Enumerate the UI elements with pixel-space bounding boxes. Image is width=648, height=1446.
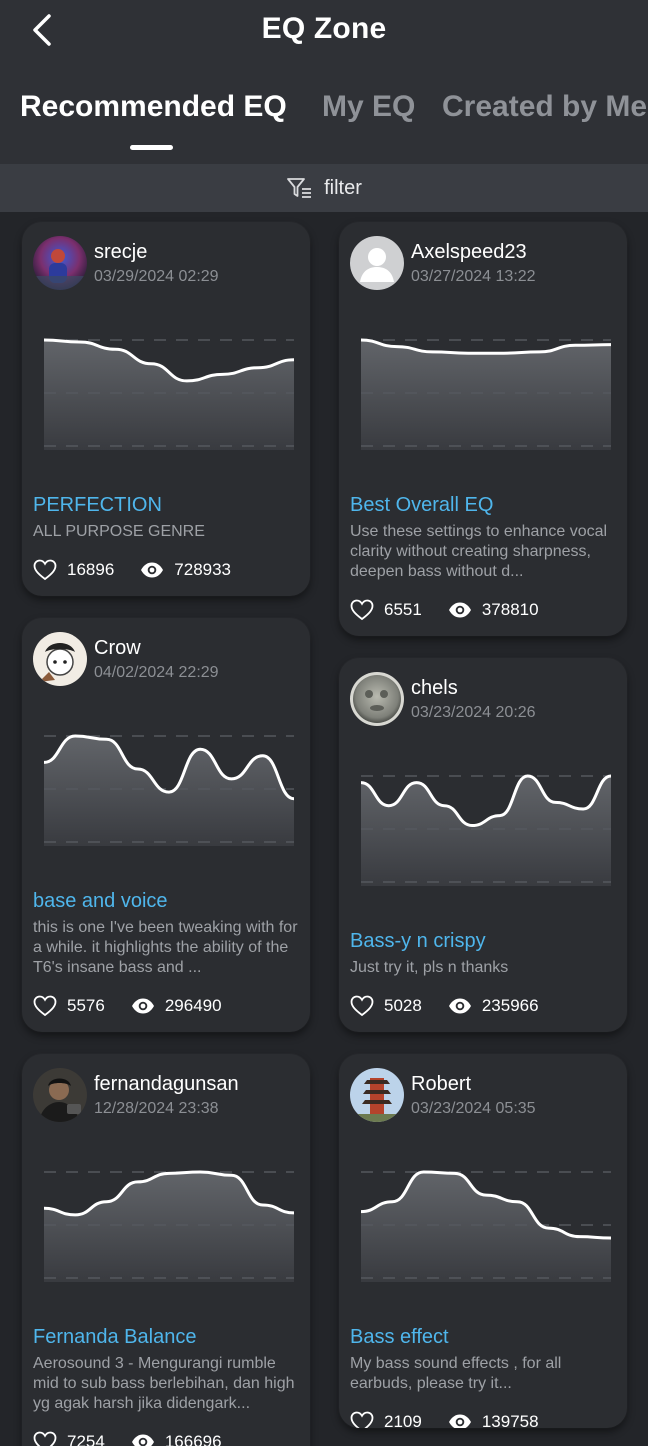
eq-description: ALL PURPOSE GENRE bbox=[33, 523, 205, 540]
post-date: 03/29/2024 02:29 bbox=[94, 268, 219, 285]
tab-recommended-eq[interactable]: Recommended EQ bbox=[20, 90, 287, 124]
like-button[interactable] bbox=[350, 995, 374, 1017]
like-button[interactable] bbox=[33, 995, 57, 1017]
eq-name: Best Overall EQ bbox=[350, 494, 494, 516]
eq-card[interactable]: Robert 03/23/2024 05:35 Bass effect My b… bbox=[339, 1054, 627, 1428]
eq-stats: 16896 728933 bbox=[33, 558, 231, 582]
eq-name: Fernanda Balance bbox=[33, 1326, 197, 1348]
eq-curve-fill bbox=[361, 340, 611, 450]
view-count: 296490 bbox=[164, 996, 222, 1015]
views-indicator bbox=[140, 561, 164, 579]
eq-curve-chart bbox=[361, 1170, 611, 1282]
top-bar: EQ Zone Recommended EQ My EQ Created by … bbox=[0, 0, 648, 164]
heart-icon bbox=[33, 995, 57, 1017]
like-button[interactable] bbox=[350, 1411, 374, 1428]
eq-curve-chart bbox=[44, 1170, 294, 1282]
heart-icon bbox=[350, 599, 374, 621]
like-count: 5576 bbox=[67, 996, 105, 1015]
like-count: 5028 bbox=[384, 996, 422, 1015]
user-name: chels bbox=[411, 677, 458, 699]
eq-description: Use these settings to enhance vocal clar… bbox=[350, 523, 608, 580]
like-button[interactable] bbox=[33, 559, 57, 581]
eq-name: base and voice bbox=[33, 890, 168, 912]
tab-bar: Recommended EQ My EQ Created by Me bbox=[0, 90, 648, 150]
eq-name: PERFECTION bbox=[33, 494, 162, 516]
filter-icon bbox=[287, 178, 312, 198]
eq-stats: 5028 235966 bbox=[350, 994, 539, 1018]
user-name: Crow bbox=[94, 637, 141, 659]
active-tab-indicator bbox=[130, 145, 173, 150]
eq-curve-fill bbox=[361, 1172, 611, 1282]
view-count: 728933 bbox=[174, 560, 232, 579]
like-count: 2109 bbox=[384, 1412, 422, 1428]
eye-icon bbox=[131, 1434, 154, 1446]
like-count: 7254 bbox=[67, 1432, 105, 1446]
eq-description: this is one I've been tweaking with for … bbox=[33, 919, 298, 976]
user-avatar bbox=[350, 1068, 404, 1122]
view-count: 166696 bbox=[164, 1432, 222, 1446]
user-avatar bbox=[350, 672, 404, 726]
user-avatar bbox=[350, 236, 404, 290]
user-name: Axelspeed23 bbox=[411, 241, 527, 263]
post-date: 03/23/2024 05:35 bbox=[411, 1100, 536, 1117]
eq-curve-fill bbox=[44, 1172, 294, 1282]
user-name: Robert bbox=[411, 1073, 472, 1095]
heart-icon bbox=[33, 1431, 57, 1446]
eye-icon bbox=[448, 998, 471, 1014]
eq-card[interactable]: srecje 03/29/2024 02:29 PERFECTION ALL P… bbox=[22, 222, 310, 596]
user-avatar bbox=[33, 632, 87, 686]
views-indicator bbox=[448, 997, 472, 1015]
eq-description: My bass sound effects , for all earbuds,… bbox=[350, 1355, 562, 1392]
post-date: 12/28/2024 23:38 bbox=[94, 1100, 219, 1117]
user-name: fernandagunsan bbox=[94, 1073, 239, 1095]
view-count: 139758 bbox=[481, 1412, 539, 1428]
eq-curve-chart bbox=[44, 338, 294, 450]
heart-icon bbox=[33, 559, 57, 581]
heart-icon bbox=[350, 1411, 374, 1428]
post-date: 03/23/2024 20:26 bbox=[411, 704, 536, 721]
view-count: 235966 bbox=[481, 996, 539, 1015]
views-indicator bbox=[131, 1433, 155, 1446]
views-indicator bbox=[131, 997, 155, 1015]
views-indicator bbox=[448, 601, 472, 619]
eq-card[interactable]: Axelspeed23 03/27/2024 13:22 Best Overal… bbox=[339, 222, 627, 636]
tab-created-by-me[interactable]: Created by Me bbox=[442, 90, 647, 124]
user-name: srecje bbox=[94, 241, 148, 263]
eye-icon bbox=[448, 1414, 471, 1428]
page-title: EQ Zone bbox=[261, 12, 387, 45]
like-button[interactable] bbox=[350, 599, 374, 621]
eq-curve-fill bbox=[361, 776, 611, 886]
post-date: 04/02/2024 22:29 bbox=[94, 664, 219, 681]
like-button[interactable] bbox=[33, 1431, 57, 1446]
eye-icon bbox=[131, 998, 154, 1014]
eq-stats: 5576 296490 bbox=[33, 994, 222, 1018]
eq-stats: 2109 139758 bbox=[350, 1410, 539, 1428]
eq-card[interactable]: fernandagunsan 12/28/2024 23:38 Fernanda… bbox=[22, 1054, 310, 1446]
eq-description: Aerosound 3 - Mengurangi rumble mid to s… bbox=[33, 1355, 295, 1412]
tab-my-eq[interactable]: My EQ bbox=[322, 90, 415, 124]
eq-description: Just try it, pls n thanks bbox=[350, 959, 509, 976]
eq-curve-chart bbox=[44, 734, 294, 846]
eq-card[interactable]: Crow 04/02/2024 22:29 base and voice thi… bbox=[22, 618, 310, 1032]
eye-icon bbox=[141, 562, 164, 578]
eq-curve-chart bbox=[361, 774, 611, 886]
eq-card[interactable]: chels 03/23/2024 20:26 Bass-y n crispy J… bbox=[339, 658, 627, 1032]
eye-icon bbox=[448, 602, 471, 618]
eq-stats: 6551 378810 bbox=[350, 598, 539, 622]
filter-label: filter bbox=[324, 176, 362, 199]
filter-button[interactable]: filter bbox=[0, 164, 648, 212]
eq-stats: 7254 166696 bbox=[33, 1430, 222, 1446]
eq-curve-chart bbox=[361, 338, 611, 450]
view-count: 378810 bbox=[481, 600, 539, 619]
eq-name: Bass effect bbox=[350, 1326, 449, 1348]
user-avatar bbox=[33, 1068, 87, 1122]
heart-icon bbox=[350, 995, 374, 1017]
eq-name: Bass-y n crispy bbox=[350, 930, 486, 952]
user-avatar bbox=[33, 236, 87, 290]
eq-curve-fill bbox=[44, 340, 294, 450]
like-count: 16896 bbox=[67, 560, 115, 579]
post-date: 03/27/2024 13:22 bbox=[411, 268, 536, 285]
like-count: 6551 bbox=[384, 600, 422, 619]
views-indicator bbox=[448, 1413, 472, 1428]
